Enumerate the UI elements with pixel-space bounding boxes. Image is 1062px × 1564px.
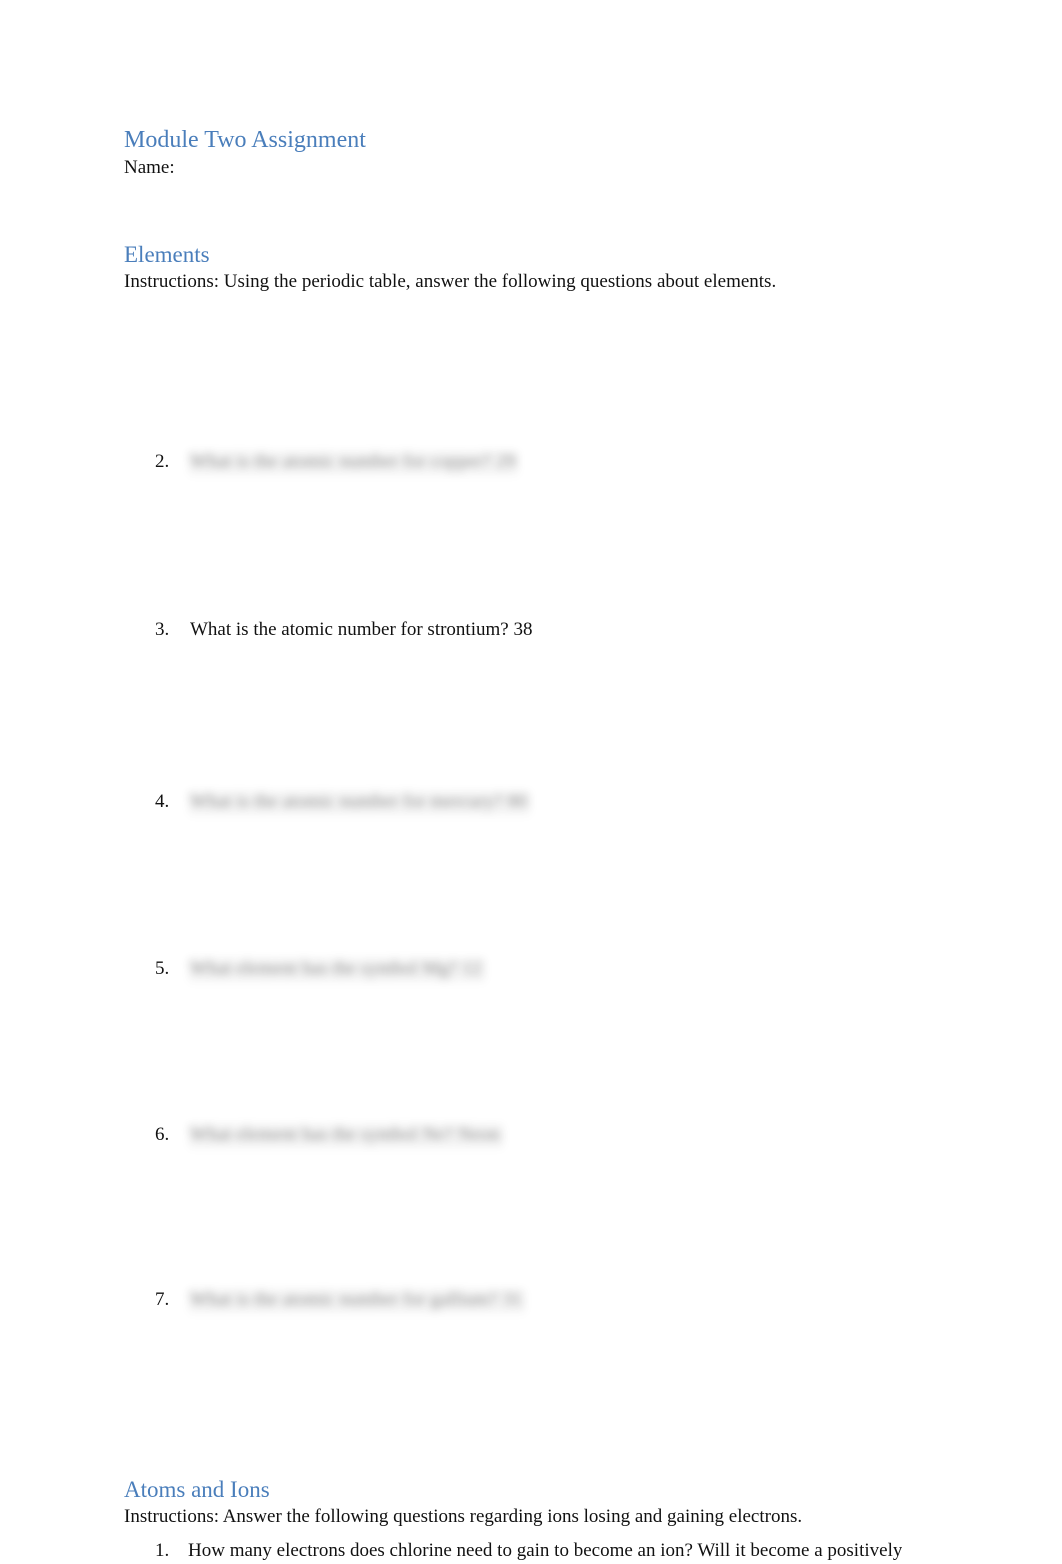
list-item-number: 1. (155, 1540, 170, 1561)
document-page: Module Two Assignment Name: Elements Ins… (0, 0, 1062, 1561)
section-instructions-elements: Instructions: Using the periodic table, … (124, 271, 777, 292)
list-item-text: What is the atomic number for strontium?… (188, 616, 537, 645)
list-item-number: 5. (155, 958, 170, 979)
list-item-text: What is the atomic number for gallium? 3… (188, 1286, 526, 1315)
list-item: 6. What element has the symbol Ne? Neon (155, 1121, 504, 1151)
list-item-number: 6. (155, 1124, 170, 1145)
section-instructions-atoms-and-ions: Instructions: Answer the following quest… (124, 1506, 803, 1527)
list-item-text: What is the atomic number for copper? 29 (188, 448, 520, 477)
list-item-number: 2. (155, 451, 170, 472)
list-item-text: What is the atomic number for mercury? 8… (188, 788, 532, 817)
list-item: 1. How many electrons does chlorine need… (155, 1538, 902, 1564)
list-item: 5. What element has the symbol Mg? 12 (155, 955, 486, 985)
list-item-number: 7. (155, 1289, 170, 1310)
list-item-number: 3. (155, 619, 170, 640)
name-field-label: Name: (124, 157, 175, 178)
list-item: 2. What is the atomic number for copper?… (155, 448, 520, 478)
page-title: Module Two Assignment (124, 127, 366, 153)
list-item-text: How many electrons does chlorine need to… (188, 1540, 903, 1561)
section-heading-atoms-and-ions: Atoms and Ions (124, 1477, 270, 1502)
list-item-text: What element has the symbol Ne? Neon (188, 1121, 504, 1150)
list-item: 3. What is the atomic number for stronti… (155, 616, 537, 646)
list-item: 4. What is the atomic number for mercury… (155, 788, 532, 818)
section-heading-elements: Elements (124, 242, 210, 267)
list-item: 7. What is the atomic number for gallium… (155, 1286, 526, 1316)
list-item-number: 4. (155, 791, 170, 812)
list-item-text: What element has the symbol Mg? 12 (188, 955, 486, 984)
